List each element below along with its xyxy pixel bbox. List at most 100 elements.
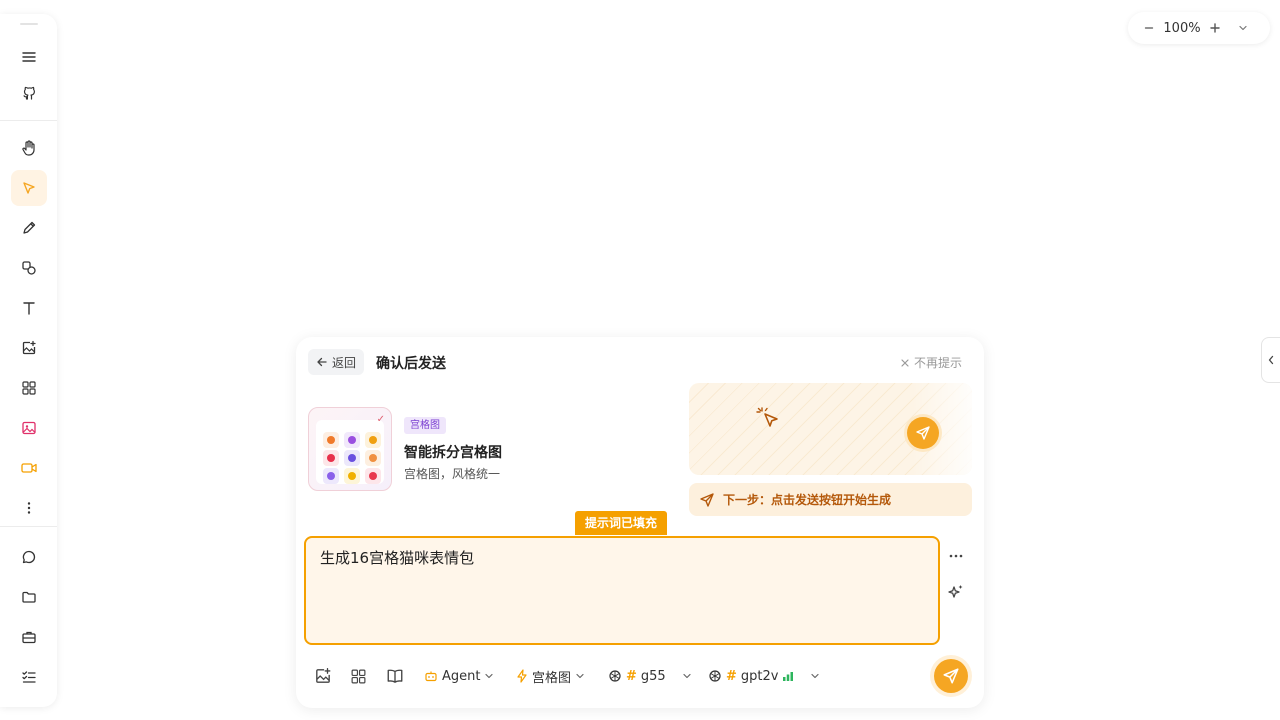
github-button[interactable] — [11, 75, 47, 111]
video-tool-button[interactable] — [11, 450, 47, 486]
folder-icon — [22, 591, 36, 603]
chat-icon — [22, 550, 36, 564]
briefcase-button[interactable] — [11, 619, 47, 655]
chevron-left-icon — [1268, 355, 1274, 365]
right-panel-toggle[interactable] — [1261, 337, 1280, 383]
openai-icon — [709, 670, 721, 682]
checklist-icon — [22, 671, 36, 683]
mode-label: 宫格图 — [532, 670, 572, 686]
pencil-icon — [23, 221, 36, 234]
briefcase-icon — [22, 631, 36, 644]
grid-cell — [344, 432, 360, 448]
grid-cell — [365, 468, 381, 484]
chevron-down-icon — [811, 673, 820, 679]
prompt-input[interactable]: 生成16宫格猫咪表情包 — [304, 536, 940, 645]
zoom-in-button[interactable] — [1204, 17, 1226, 39]
hand-icon — [22, 140, 35, 156]
drag-handle[interactable] — [20, 23, 38, 25]
more-tools-button[interactable] — [11, 490, 47, 526]
folder-button[interactable] — [11, 579, 47, 615]
shapes-icon — [22, 261, 36, 275]
toolbar-divider — [0, 526, 57, 527]
grid-cell — [365, 450, 381, 466]
generation-panel: 返回 确认后发送 不再提示 ✓ 宫格图 智能拆分宫格图 宫格图，风格统一 下一步… — [296, 337, 984, 708]
next-step-hint: 下一步：点击发送按钮开始生成 — [689, 483, 972, 516]
minus-icon — [1144, 27, 1154, 29]
image-add-tool-button[interactable] — [11, 330, 47, 366]
pointer-icon — [23, 182, 35, 194]
image-tool-button[interactable] — [11, 410, 47, 446]
panel-title: 确认后发送 — [376, 356, 446, 372]
video-icon — [21, 463, 37, 473]
upload-image-button[interactable] — [314, 665, 332, 687]
grid-cell — [323, 450, 339, 466]
back-button[interactable]: 返回 — [308, 349, 365, 375]
grid-preview — [316, 420, 384, 484]
hand-tool-button[interactable] — [11, 130, 47, 166]
zoom-out-button[interactable] — [1138, 17, 1160, 39]
template-tag: 宫格图 — [404, 417, 446, 434]
next-step-text: 下一步：点击发送按钮开始生成 — [723, 493, 892, 507]
more-horizontal-icon — [949, 554, 963, 558]
enhance-prompt-button[interactable] — [944, 580, 968, 604]
grid-tool-button[interactable] — [11, 370, 47, 406]
zoom-control: 100% — [1128, 12, 1270, 44]
chevron-down-icon — [485, 673, 494, 679]
more-vertical-icon — [27, 502, 31, 514]
check-icon: ✓ — [376, 414, 385, 425]
agent-label: Agent — [442, 668, 481, 684]
openai-icon — [609, 670, 621, 682]
toolbar-divider — [0, 120, 57, 121]
hash-icon: # — [626, 668, 637, 684]
prompt-library-button[interactable] — [386, 665, 404, 687]
select-tool-button[interactable] — [11, 170, 47, 206]
close-icon — [901, 358, 909, 367]
left-toolbar — [0, 14, 57, 707]
more-options-button[interactable] — [944, 544, 968, 568]
send-button[interactable] — [934, 659, 968, 693]
send-icon — [700, 492, 714, 507]
chat-button[interactable] — [11, 539, 47, 575]
grid-icon — [351, 669, 366, 683]
grid-cell — [365, 432, 381, 448]
menu-icon — [22, 52, 36, 62]
grid-template-button[interactable] — [350, 665, 367, 687]
github-icon — [23, 86, 35, 100]
grid-cell — [323, 468, 339, 484]
dismiss-label: 不再提示 — [913, 356, 962, 370]
model-selector-primary[interactable]: # g55 — [608, 665, 692, 687]
agent-selector[interactable]: Agent — [424, 665, 494, 687]
prompt-toolbar: Agent 宫格图 # g55 # gpt2v — [314, 665, 834, 687]
grid-icon — [22, 381, 36, 395]
model-selector-secondary[interactable]: # gpt2v — [708, 665, 820, 687]
checklist-button[interactable] — [11, 659, 47, 695]
grid-template-thumbnail[interactable]: ✓ — [308, 407, 392, 491]
chevron-down-icon — [683, 673, 691, 679]
image-icon — [22, 421, 36, 435]
chevron-down-icon — [576, 673, 584, 679]
back-label: 返回 — [332, 355, 357, 370]
book-icon — [387, 669, 403, 683]
template-title: 智能拆分宫格图 — [404, 445, 502, 461]
pencil-tool-button[interactable] — [11, 210, 47, 246]
model2-label: gpt2v — [740, 668, 779, 684]
zoom-menu-button[interactable] — [1232, 17, 1254, 39]
mode-selector[interactable]: 宫格图 — [516, 665, 585, 687]
shapes-tool-button[interactable] — [11, 250, 47, 286]
text-tool-button[interactable] — [11, 290, 47, 326]
image-add-icon — [316, 668, 331, 683]
arrow-left-icon — [317, 357, 327, 367]
plus-icon — [1210, 23, 1220, 33]
text-icon — [23, 302, 35, 315]
robot-icon — [425, 671, 437, 682]
demo-send-icon — [907, 417, 939, 449]
menu-button[interactable] — [11, 39, 47, 75]
hash-icon: # — [726, 668, 737, 684]
grid-cell — [344, 450, 360, 466]
grid-cell — [344, 468, 360, 484]
click-cursor-icon — [755, 405, 781, 431]
signal-bars-icon — [783, 672, 794, 681]
zoom-level[interactable]: 100% — [1160, 21, 1204, 36]
dismiss-button[interactable]: 不再提示 — [900, 354, 962, 371]
template-subtitle: 宫格图，风格统一 — [404, 467, 501, 481]
